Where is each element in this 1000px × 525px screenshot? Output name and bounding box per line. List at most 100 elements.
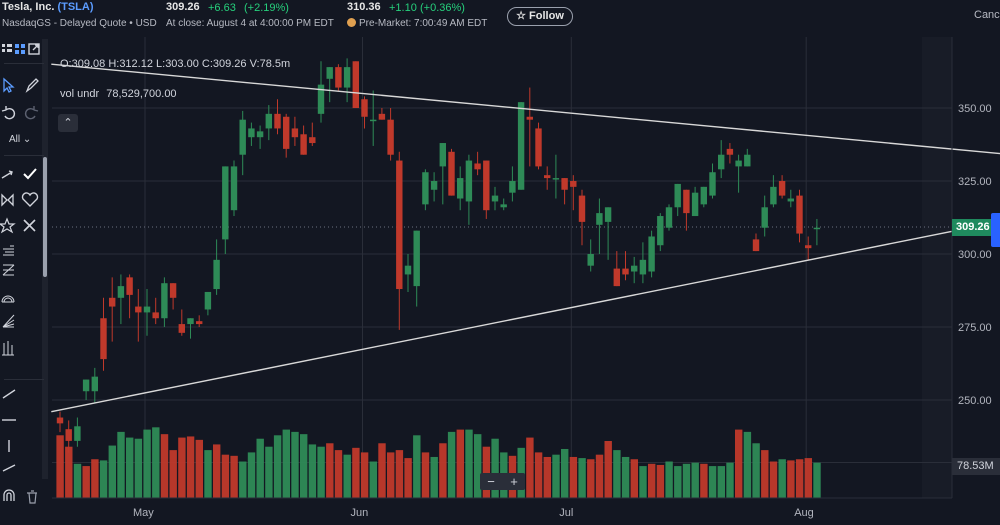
candle-body [700,186,707,205]
candle-body [752,239,760,252]
candle-body [135,306,142,313]
volume-bar [569,456,578,498]
volume-bar [126,437,134,498]
candle-body [561,178,568,190]
volume-bar [735,429,743,498]
volume-bar [352,447,360,498]
candle-body [404,265,412,275]
volume-bar [534,452,543,498]
volume-bar [65,446,73,498]
candle-body [152,312,159,319]
volume-bar [247,452,256,498]
zoom-out-button[interactable]: − [480,473,502,490]
volume-bar [265,446,273,498]
candle-body [326,67,333,79]
candle-body [370,119,377,122]
candle-body [631,265,638,272]
volume-bar [682,463,691,498]
candle-body [448,151,455,196]
volume-bar [621,456,630,498]
volume-bar [691,462,699,498]
candle-body [265,113,272,129]
candle-body [474,163,481,170]
y-tick-label: 250.00 [958,395,992,407]
volume-bar [387,452,395,498]
volume-bar [56,435,64,498]
candle-body [500,204,507,208]
volume-bar [134,438,143,498]
candle-body [196,321,203,325]
candle-body [526,116,533,120]
volume-bar [413,435,421,498]
candle-body [535,128,542,167]
candle-body [796,195,803,234]
volume-bar [395,450,404,498]
volume-bar [221,454,230,498]
volume-bar [273,435,282,498]
volume-bar [604,441,612,498]
candle-body [56,417,64,424]
candle-body [674,183,681,208]
volume-bar [82,466,90,498]
volume-bar [456,429,464,498]
volume-bar [752,443,760,498]
candle-body [65,429,72,441]
candle-body [691,192,699,217]
volume-bar [178,437,186,498]
candle-body [683,189,690,214]
candle-body [552,178,560,180]
candle-body [143,306,151,313]
candle-body [735,160,742,167]
volume-bar [99,460,108,498]
x-tick-label: Jun [351,507,369,519]
volume-bar [465,429,473,498]
zoom-in-button[interactable]: + [503,473,525,490]
volume-bar [230,455,238,498]
volume-bar [761,450,769,498]
volume-bar [291,431,299,498]
x-tick-label: May [133,507,154,519]
y-tick-label: 300.00 [958,249,992,261]
candle-body [718,154,725,170]
volume-indicator-label: vol undr [60,88,100,100]
collapse-legend-button[interactable]: ⌃ [58,114,78,132]
candle-body [761,207,768,228]
volume-tag: 78.53M [952,458,1000,475]
y-tick-label: 350.00 [958,103,992,115]
volume-bar [708,466,717,498]
candle-body [343,67,351,88]
volume-bar [186,436,195,498]
candle-body [74,426,81,441]
candle-body [178,324,185,333]
candle-body [587,254,594,266]
candle-body [709,172,716,196]
candle-body [248,128,255,138]
volume-bar [769,461,778,498]
volume-bar [282,429,290,498]
volume-bar [648,463,656,498]
candle-body [613,268,620,287]
candle-body [457,178,464,199]
volume-bar [639,466,647,498]
candle-body [596,213,603,225]
candle-body [126,277,133,295]
zoom-controls: − + [480,473,525,490]
y-tick-label: 325.00 [958,176,992,188]
x-tick-label: Aug [794,507,814,519]
candle-body [387,119,394,155]
volume-bar [369,461,377,498]
candle-body [239,119,246,155]
candle-body [509,181,516,193]
candle-body [335,67,342,88]
candle-body [578,195,586,222]
scale-handle[interactable] [991,213,1000,247]
candle-body [778,181,786,196]
volume-bar [152,427,160,498]
ohlc-readout: O:309.08 H:312.12 L:303.00 C:309.26 V:78… [60,58,291,70]
price-chart[interactable]: 350.00 325.00 300.00 275.00 250.00 May Jun Jul A… [0,0,1000,525]
candle-body [439,143,446,167]
volume-bar [143,429,151,498]
candle-body [805,245,812,249]
volume-bar [108,445,116,498]
volume-bar [256,438,264,498]
